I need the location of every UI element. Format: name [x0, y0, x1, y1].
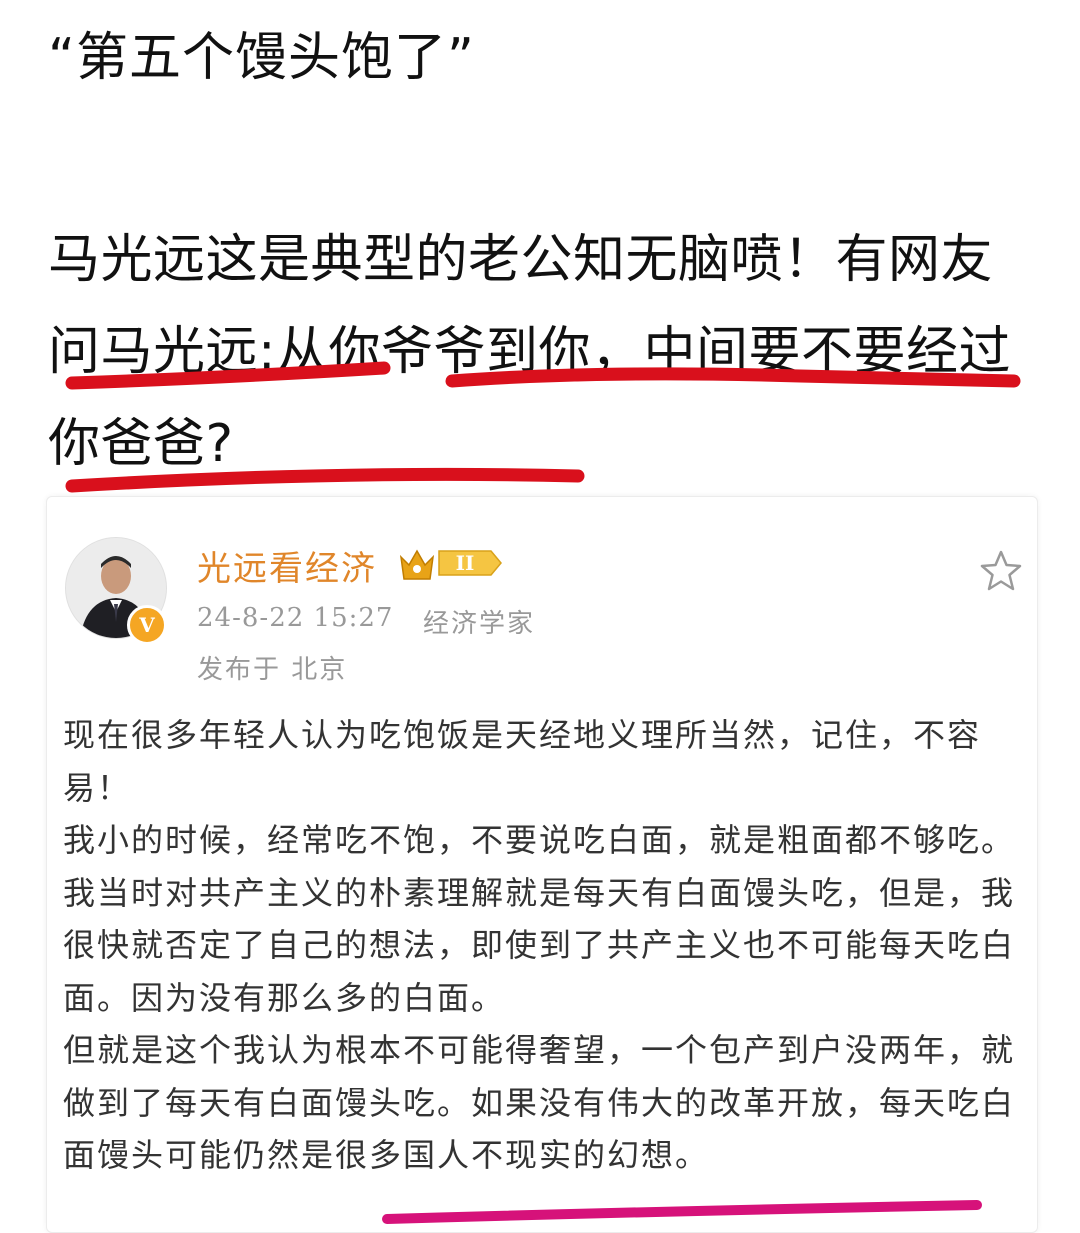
star-icon[interactable]: [979, 549, 1023, 593]
rank-badge-label: II: [456, 551, 475, 575]
weibo-post-card: V 光远看经济 II 24-8-22 15:27 经济学家 发布于 北京 现在很…: [46, 496, 1038, 1233]
post-paragraph: 但就是这个我认为根本不可能得奢望，一个包产到户没两年，就做到了每天有白面馒头吃。…: [63, 1031, 1016, 1174]
post-timestamp: 24-8-22 15:27: [197, 603, 394, 633]
main-text: 马光远这是典型的老公知无脑喷！有网友问马光远:从你爷爷到你，中间要不要经过你爸爸…: [48, 230, 1012, 474]
post-content: 现在很多年轻人认为吃饱饭是天经地义理所当然，记住，不容易！ 我小的时候，经常吃不…: [63, 709, 1025, 1182]
post-paragraph: 现在很多年轻人认为吃饱饭是天经地义理所当然，记住，不容易！: [63, 716, 982, 807]
author-role: 经济学家: [423, 609, 536, 639]
username[interactable]: 光远看经济: [197, 541, 377, 590]
post-paragraph: 我小的时候，经常吃不饱，不要说吃白面，就是粗面都不够吃。我当时对共产主义的朴素理…: [63, 821, 1016, 1017]
headline: “第五个馒头饱了”: [48, 28, 475, 88]
crown-rank-icon: II: [399, 549, 502, 580]
verified-badge-icon: V: [127, 605, 167, 645]
post-location: 发布于 北京: [197, 655, 348, 685]
